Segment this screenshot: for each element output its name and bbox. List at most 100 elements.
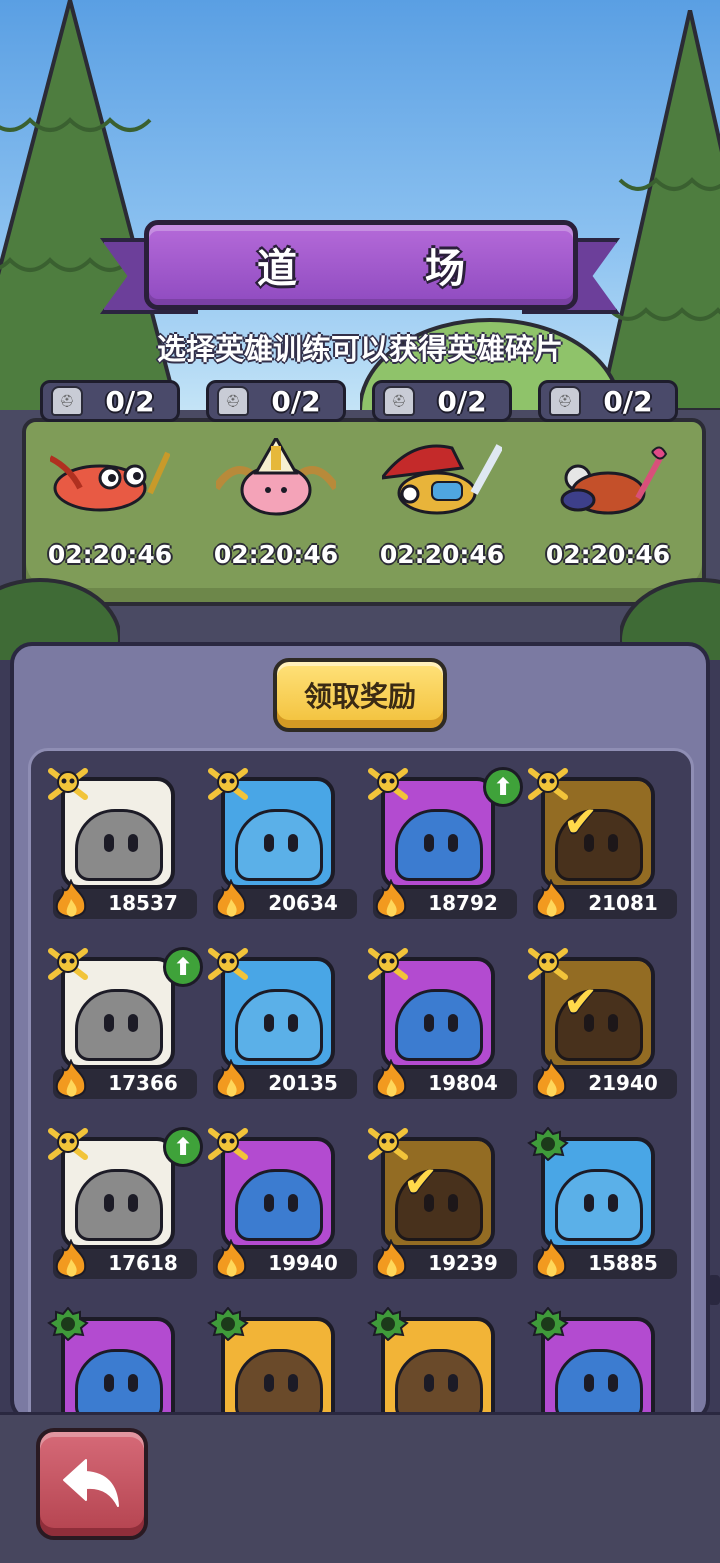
slot-count-badge: ⛑ 0/2 — [538, 380, 678, 422]
hero-power-value: 19239 — [428, 1251, 498, 1275]
gold-skull-rank-icon — [208, 948, 248, 980]
hero-eye — [104, 834, 114, 852]
hero-power-value: 20135 — [268, 1071, 338, 1095]
slot-count-badge: ⛑ 0/2 — [206, 380, 346, 422]
hero-eye — [128, 1194, 138, 1212]
hero-eye — [424, 1014, 434, 1032]
fire-icon — [375, 1059, 407, 1098]
hero-face — [75, 1169, 163, 1241]
slot-count: 0/2 — [105, 384, 155, 418]
upgrade-arrow-icon: ⬆ — [483, 767, 523, 807]
hero-power-bar: 17366 — [53, 1059, 197, 1099]
claim-reward-button[interactable]: 领取奖励 — [273, 658, 447, 732]
page-title: 道 场 — [257, 246, 509, 292]
fire-icon — [215, 879, 247, 918]
hero-card[interactable]: 19804 — [367, 947, 517, 1107]
hero-power-bar: 19804 — [373, 1059, 517, 1099]
hero-face — [235, 1169, 323, 1241]
hero-card[interactable]: ✔ 21940 — [527, 947, 677, 1107]
hero-card[interactable]: 20135 — [207, 947, 357, 1107]
green-rank-icon — [367, 1307, 409, 1341]
hero-eye — [448, 1014, 458, 1032]
hero-grid[interactable]: 18537 20634 ⬆ 18792 ✔ 21081 ⬆ 17366 20135 19804 ✔ 2… — [28, 748, 694, 1448]
back-button[interactable] — [36, 1428, 148, 1540]
hero-eye — [288, 1374, 298, 1392]
hero-power-bar: 17618 — [53, 1239, 197, 1279]
hero-eye — [584, 1194, 594, 1212]
hero-eye — [264, 834, 274, 852]
hero-power-value: 21940 — [588, 1071, 658, 1095]
hero-power-bar: 21081 — [533, 879, 677, 919]
hero-power-value: 17366 — [108, 1071, 178, 1095]
scroll-indicator[interactable] — [708, 1275, 720, 1305]
gold-skull-rank-icon — [208, 1128, 248, 1160]
training-slot[interactable]: ⛑ 0/2 02:20:46 — [372, 380, 512, 570]
hero-eye — [288, 834, 298, 852]
gold-skull-rank-icon — [48, 768, 88, 800]
gold-skull-rank-icon — [368, 1128, 408, 1160]
hero-eye — [264, 1374, 274, 1392]
hero-power-bar: 19940 — [213, 1239, 357, 1279]
slot-count-badge: ⛑ 0/2 — [40, 380, 180, 422]
hero-card[interactable]: ✔ 19239 — [367, 1127, 517, 1287]
hero-face — [395, 1349, 483, 1421]
hero-eye — [448, 1194, 458, 1212]
fire-icon — [215, 1239, 247, 1278]
green-rank-icon — [47, 1307, 89, 1341]
hero-card[interactable]: 19940 — [207, 1127, 357, 1287]
hero-card[interactable]: ⬆ 17618 — [47, 1127, 203, 1287]
hero-eye — [424, 1374, 434, 1392]
helmet-icon: ⛑ — [51, 386, 83, 416]
hero-card[interactable]: ⬆ 18792 — [367, 767, 523, 927]
title-banner: 道 场 — [100, 218, 620, 318]
training-slot[interactable]: ⛑ 0/2 02:20:46 — [206, 380, 346, 570]
hero-eye — [424, 834, 434, 852]
helmet-icon: ⛑ — [217, 386, 249, 416]
hero-power-bar: 19239 — [373, 1239, 517, 1279]
fire-icon — [375, 879, 407, 918]
green-rank-icon — [207, 1307, 249, 1341]
hero-power-bar: 18537 — [53, 879, 197, 919]
hero-card[interactable]: 18537 — [47, 767, 197, 927]
hero-eye — [448, 1374, 458, 1392]
fire-icon — [535, 1059, 567, 1098]
hero-eye — [104, 1014, 114, 1032]
hero-eye — [104, 1194, 114, 1212]
gold-skull-rank-icon — [528, 948, 568, 980]
training-slot[interactable]: ⛑ 0/2 02:20:46 — [40, 380, 180, 570]
hero-card[interactable]: 15885 — [527, 1127, 677, 1287]
hero-card[interactable]: ✔ 21081 — [527, 767, 677, 927]
hero-eye — [608, 1374, 618, 1392]
gold-skull-rank-icon — [368, 768, 408, 800]
hero-eye — [448, 834, 458, 852]
gold-skull-rank-icon — [368, 948, 408, 980]
hero-eye — [288, 1014, 298, 1032]
gold-skull-rank-icon — [48, 948, 88, 980]
hero-power-value: 17618 — [108, 1251, 178, 1275]
rooster-knight-sprite — [50, 451, 170, 512]
helmet-icon: ⛑ — [549, 386, 581, 416]
hero-power-value: 19804 — [428, 1071, 498, 1095]
training-slot[interactable]: ⛑ 0/2 02:20:46 — [538, 380, 678, 570]
red-swordsman-sprite — [382, 444, 502, 515]
slot-timer: 02:20:46 — [47, 540, 173, 569]
helmet-icon: ⛑ — [383, 386, 415, 416]
hero-face — [235, 1349, 323, 1421]
gold-skull-rank-icon — [48, 1128, 88, 1160]
hero-face — [395, 989, 483, 1061]
upgrade-arrow-icon: ⬆ — [163, 947, 203, 987]
hero-card[interactable]: ⬆ 17366 — [47, 947, 203, 1107]
hero-power-bar: 15885 — [533, 1239, 677, 1279]
fire-icon — [55, 1239, 87, 1278]
hero-power-bar: 21940 — [533, 1059, 677, 1099]
winged-priest-sprite — [216, 438, 336, 516]
hero-card[interactable]: 20634 — [207, 767, 357, 927]
fire-icon — [55, 1059, 87, 1098]
hero-face — [395, 809, 483, 881]
hero-eye — [288, 1194, 298, 1212]
hero-eye — [608, 1194, 618, 1212]
banner-plate: 道 场 — [144, 220, 578, 310]
fire-icon — [55, 879, 87, 918]
hero-eye — [584, 1374, 594, 1392]
hero-power-value: 20634 — [268, 891, 338, 915]
